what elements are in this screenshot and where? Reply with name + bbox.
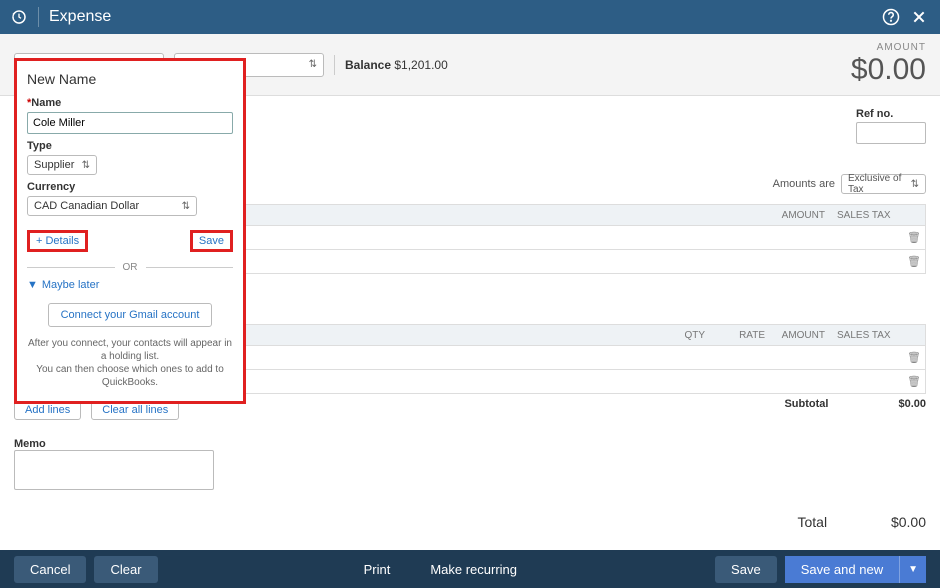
total-label: Total (797, 514, 827, 530)
delete-row-icon[interactable]: 🗑 (901, 231, 925, 244)
name-input[interactable] (27, 112, 233, 134)
help-icon[interactable] (880, 6, 902, 28)
cancel-button[interactable]: Cancel (14, 556, 86, 583)
col-qty: QTY (651, 330, 711, 341)
connect-gmail-button[interactable]: Connect your Gmail account (48, 303, 213, 327)
memo-input[interactable] (14, 450, 214, 490)
popup-title: New Name (27, 71, 233, 87)
chevron-updown-icon: ⇅ (911, 179, 919, 190)
subtotal-value: $0.00 (898, 398, 926, 410)
page-title: Expense (49, 8, 874, 26)
tax-select[interactable]: Exclusive of Tax ⇅ (841, 174, 926, 194)
header-divider (38, 7, 39, 27)
popup-save-button[interactable]: Save (190, 230, 233, 252)
ref-label: Ref no. (856, 108, 926, 120)
or-separator: OR (27, 262, 233, 273)
type-select[interactable]: Supplier⇅ (27, 155, 97, 175)
amount-display: AMOUNT $0.00 (851, 42, 926, 87)
history-icon[interactable] (10, 8, 28, 26)
memo-label: Memo (14, 438, 926, 450)
subtotal-label: Subtotal (784, 398, 828, 410)
type-label: Type (27, 140, 233, 152)
details-button[interactable]: + Details (27, 230, 88, 252)
chevron-down-icon: ▼ (27, 279, 38, 291)
new-name-popup: New Name *Name Type Supplier⇅ Currency C… (14, 58, 246, 404)
close-icon[interactable] (908, 6, 930, 28)
delete-row-icon[interactable]: 🗑 (901, 375, 925, 388)
col-amount: AMOUNT (771, 210, 831, 221)
amounts-are-label: Amounts are (773, 178, 835, 190)
save-button[interactable]: Save (715, 556, 777, 583)
total-row: Total $0.00 (797, 514, 926, 530)
delete-row-icon[interactable]: 🗑 (901, 351, 925, 364)
bottom-bar: Cancel Clear Print Make recurring Save S… (0, 550, 940, 588)
col-rate: RATE (711, 330, 771, 341)
ref-input[interactable] (856, 122, 926, 144)
col-amount: AMOUNT (771, 330, 831, 341)
name-label: *Name (27, 97, 233, 109)
col-salestax: SALES TAX (831, 210, 901, 221)
clear-button[interactable]: Clear (94, 556, 157, 583)
chevron-down-icon[interactable]: ▼ (899, 556, 926, 583)
col-salestax: SALES TAX (831, 330, 901, 341)
currency-label: Currency (27, 181, 233, 193)
chevron-updown-icon: ⇅ (309, 59, 317, 70)
amount-value: $0.00 (851, 53, 926, 87)
maybe-later-toggle[interactable]: ▼ Maybe later (27, 279, 233, 291)
make-recurring-link[interactable]: Make recurring (430, 562, 517, 577)
total-value: $0.00 (891, 514, 926, 530)
balance-label: Balance $1,201.00 (345, 58, 448, 72)
currency-select[interactable]: CAD Canadian Dollar⇅ (27, 196, 197, 216)
popup-note: After you connect, your contacts will ap… (27, 337, 233, 389)
save-and-new-button[interactable]: Save and new ▼ (785, 556, 926, 583)
header-bar: Expense (0, 0, 940, 34)
delete-row-icon[interactable]: 🗑 (901, 255, 925, 268)
divider (334, 55, 335, 75)
amount-caption: AMOUNT (851, 42, 926, 53)
print-link[interactable]: Print (364, 562, 391, 577)
